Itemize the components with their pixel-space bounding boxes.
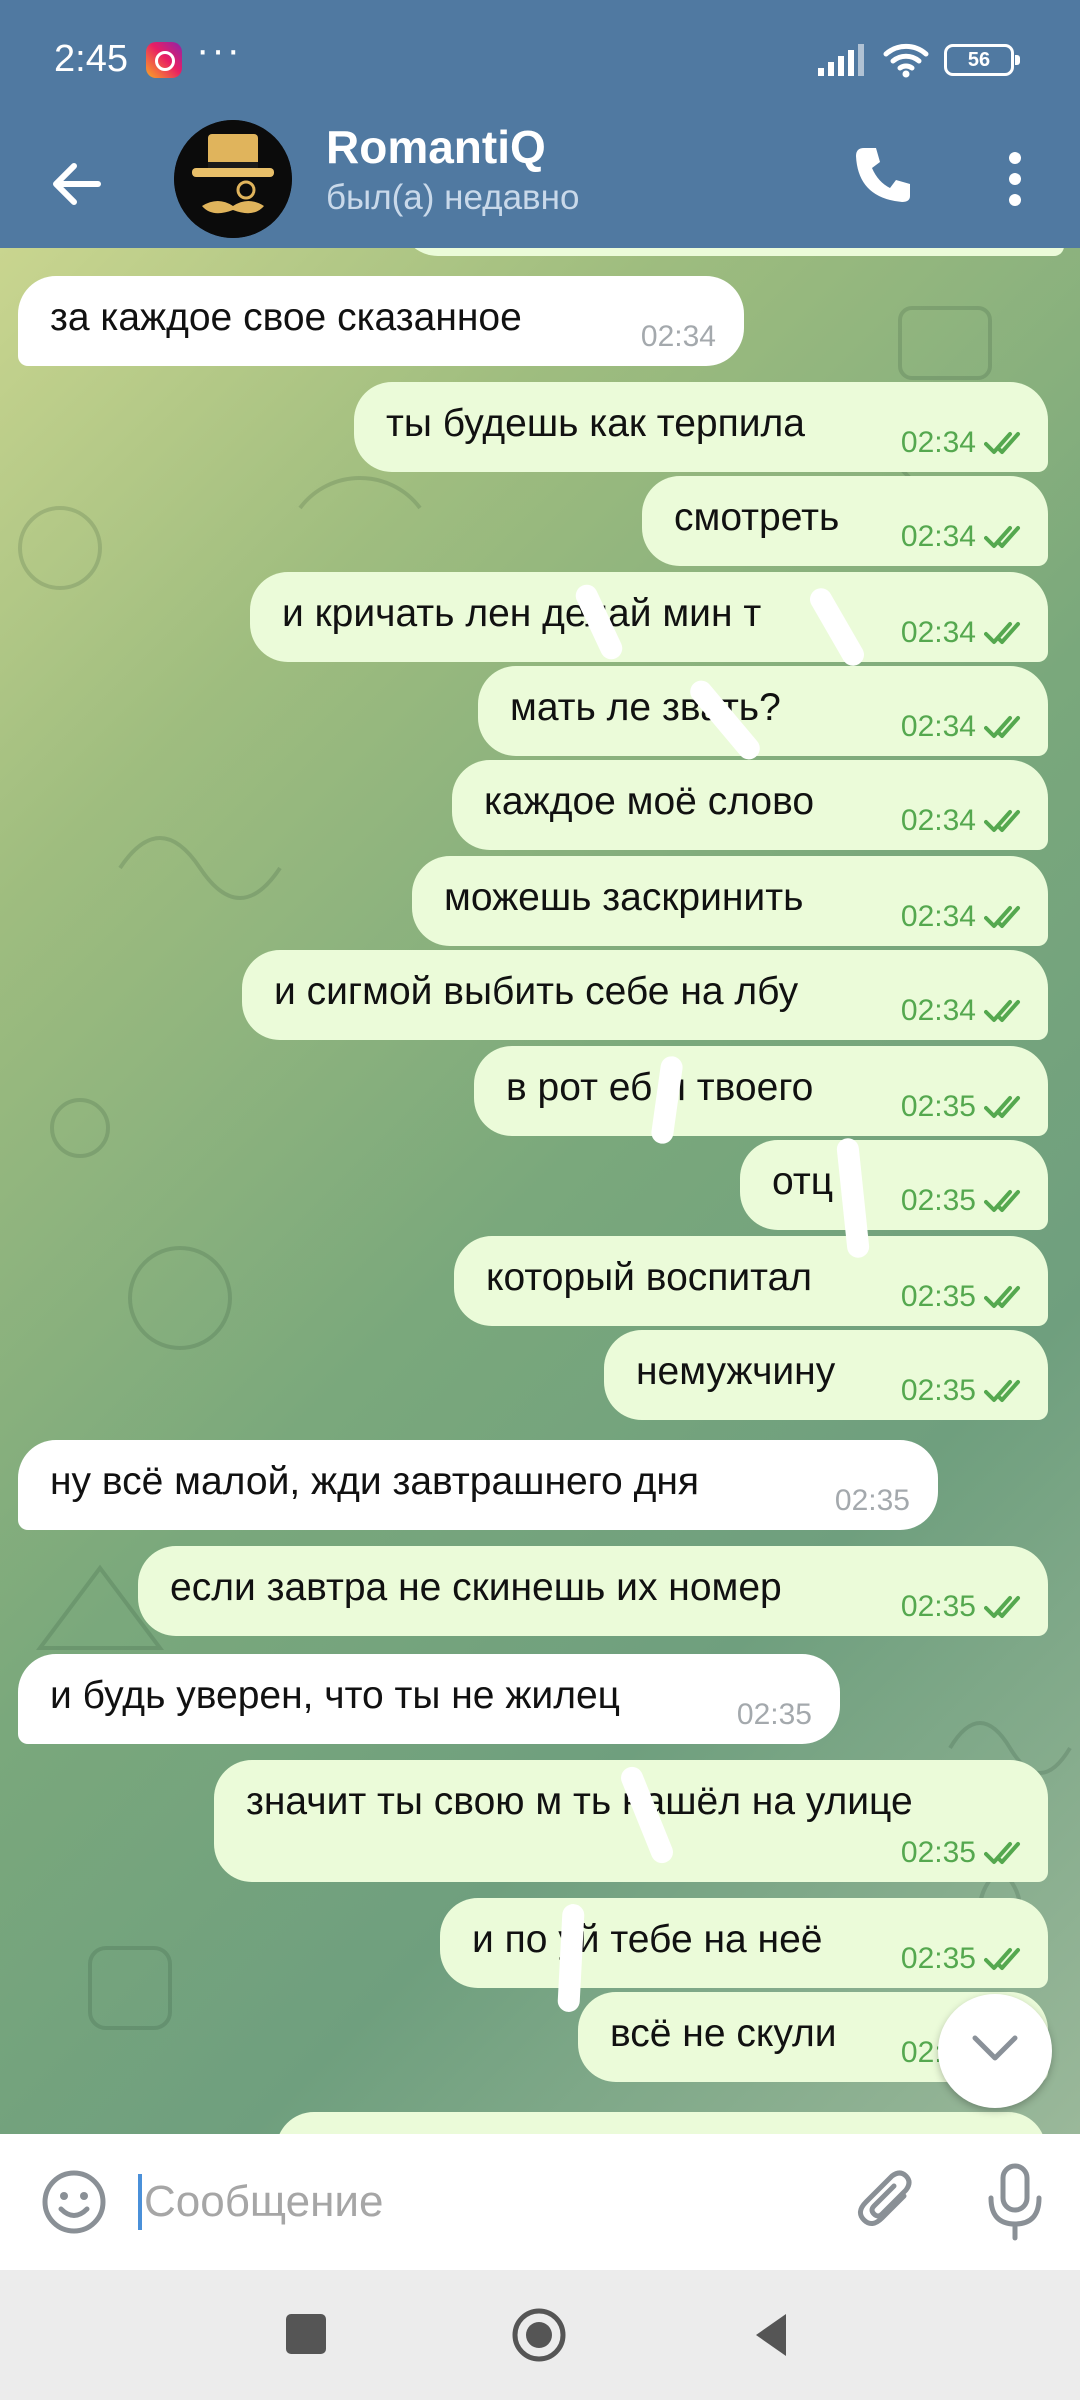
- outgoing-message[interactable]: можешь заскринить 02:34: [412, 856, 1048, 946]
- message-time: 02:34: [900, 900, 976, 933]
- home-icon[interactable]: [510, 2306, 568, 2364]
- message-text: смотреть: [674, 496, 840, 539]
- status-bar: 2:45 ··· 56: [0, 0, 1080, 120]
- message-text: за каждое свое сказанное: [50, 296, 522, 339]
- incoming-message[interactable]: за каждое свое сказанное 02:34: [18, 276, 744, 366]
- message-time: 02:34: [900, 804, 976, 837]
- battery-level: 56: [967, 49, 991, 71]
- recent-apps-icon[interactable]: [286, 2314, 326, 2354]
- message-time: 02:35: [736, 1698, 812, 1731]
- message-text: ну всё малой, жди завтрашнего дня: [50, 1460, 699, 1503]
- message-text: всё не скули: [610, 2012, 837, 2055]
- message-time: 02:34: [900, 520, 976, 553]
- chat-title[interactable]: RomantiQ: [326, 120, 546, 174]
- message-time: 02:35: [900, 1280, 976, 1313]
- message-bubble-partial[interactable]: [276, 2112, 1046, 2134]
- double-check-icon: [984, 526, 1020, 548]
- message-time: 02:35: [900, 1590, 976, 1623]
- back-arrow-icon[interactable]: [40, 146, 116, 222]
- outgoing-message[interactable]: и сигмой выбить себе на лбу 02:34: [242, 950, 1048, 1040]
- microphone-icon[interactable]: [980, 2162, 1050, 2242]
- message-text: и кричать лен делай мин т: [282, 592, 762, 635]
- chat-header: RomantiQ был(а) недавно: [0, 120, 1080, 248]
- outgoing-message[interactable]: смотреть 02:34: [642, 476, 1048, 566]
- outgoing-message[interactable]: и по уй тебе на неё 02:35: [440, 1898, 1048, 1988]
- double-check-icon: [984, 1380, 1020, 1402]
- message-time: 02:35: [834, 1484, 910, 1517]
- message-text: который воспитал: [486, 1256, 813, 1299]
- more-vertical-icon[interactable]: [990, 144, 1040, 214]
- double-check-icon: [984, 1000, 1020, 1022]
- message-input[interactable]: [144, 2174, 844, 2230]
- outgoing-message[interactable]: который воспитал 02:35: [454, 1236, 1048, 1326]
- incoming-message[interactable]: ну всё малой, жди завтрашнего дня 02:35: [18, 1440, 938, 1530]
- double-check-icon: [984, 1096, 1020, 1118]
- message-time: 02:35: [900, 1090, 976, 1123]
- message-time: 02:34: [900, 426, 976, 459]
- emoji-icon[interactable]: [40, 2168, 108, 2236]
- message-composer: [0, 2134, 1080, 2270]
- wifi-icon: [883, 43, 929, 78]
- message-text: отц: [772, 1160, 834, 1203]
- outgoing-message[interactable]: немужчину 02:35: [604, 1330, 1048, 1420]
- message-text: и по уй тебе на неё: [472, 1918, 823, 1961]
- message-time: 02:35: [900, 1184, 976, 1217]
- outgoing-message[interactable]: мать ле звать? 02:34: [478, 666, 1048, 756]
- double-check-icon: [984, 1596, 1020, 1618]
- signal-icon: [818, 44, 864, 76]
- double-check-icon: [984, 1190, 1020, 1212]
- message-time: 02:34: [900, 710, 976, 743]
- double-check-icon: [984, 810, 1020, 832]
- message-time: 02:34: [900, 994, 976, 1027]
- double-check-icon: [984, 1948, 1020, 1970]
- double-check-icon: [984, 1842, 1020, 1864]
- outgoing-message[interactable]: отц 02:35: [740, 1140, 1048, 1230]
- message-time: 02:35: [900, 1942, 976, 1975]
- message-time: 02:34: [900, 616, 976, 649]
- system-navigation-bar: [0, 2270, 1080, 2400]
- message-text: каждое моё слово: [484, 780, 815, 823]
- message-text: если завтра не скинешь их номер: [170, 1566, 782, 1609]
- outgoing-message[interactable]: если завтра не скинешь их номер 02:35: [138, 1546, 1048, 1636]
- back-icon[interactable]: [750, 2310, 790, 2360]
- outgoing-message[interactable]: и кричать лен делай мин т 02:34: [250, 572, 1048, 662]
- double-check-icon: [984, 906, 1020, 928]
- message-text: ты будешь как терпила: [386, 402, 805, 445]
- message-text: немужчину: [636, 1350, 836, 1393]
- message-time: 02:34: [640, 320, 716, 353]
- message-text: и сигмой выбить себе на лбу: [274, 970, 799, 1013]
- message-time: 02:35: [900, 1836, 976, 1869]
- message-text: значит ты свою м ть нашёл на улице: [246, 1780, 913, 1823]
- chevron-down-icon: [972, 2035, 1018, 2061]
- message-time: 02:35: [900, 1374, 976, 1407]
- chat-messages-area[interactable]: за каждое свое сказанное 02:34 ты будешь к…: [0, 248, 1080, 2134]
- double-check-icon: [984, 1286, 1020, 1308]
- status-time: 2:45: [54, 38, 128, 80]
- more-notifications-indicator: ···: [196, 28, 242, 72]
- outgoing-message[interactable]: ты будешь как терпила 02:34: [354, 382, 1048, 472]
- avatar[interactable]: [174, 120, 292, 238]
- phone-icon[interactable]: [848, 140, 918, 210]
- chat-last-seen-status: был(а) недавно: [326, 178, 580, 217]
- text-cursor: [138, 2174, 142, 2230]
- instagram-icon: [146, 42, 182, 78]
- outgoing-message[interactable]: каждое моё слово 02:34: [452, 760, 1048, 850]
- message-text: и будь уверен, что ты не жилец: [50, 1674, 620, 1717]
- double-check-icon: [984, 432, 1020, 454]
- battery-icon: 56: [944, 44, 1020, 76]
- double-check-icon: [984, 716, 1020, 738]
- message-text: можешь заскринить: [444, 876, 804, 919]
- double-check-icon: [984, 622, 1020, 644]
- paperclip-icon[interactable]: [852, 2166, 922, 2238]
- message-bubble-partial[interactable]: [400, 248, 1064, 256]
- incoming-message[interactable]: и будь уверен, что ты не жилец 02:35: [18, 1654, 840, 1744]
- scroll-to-bottom-button[interactable]: [938, 1994, 1052, 2108]
- outgoing-message[interactable]: в рот еб л твоего02:35: [474, 1046, 1048, 1136]
